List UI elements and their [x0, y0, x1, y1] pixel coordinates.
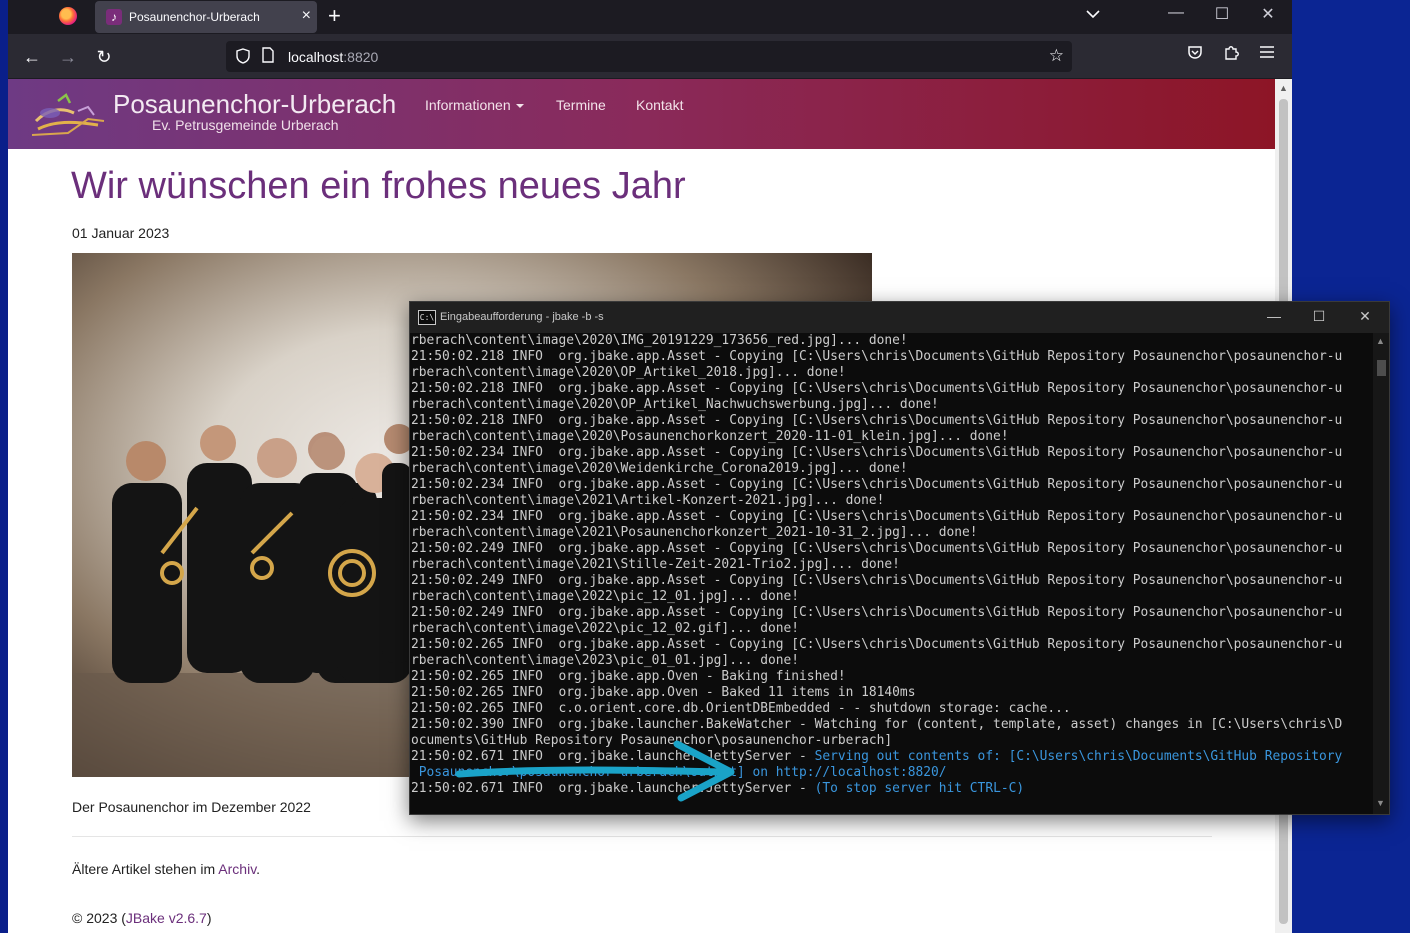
- console-maximize-icon[interactable]: ☐: [1304, 308, 1334, 325]
- brand-subtitle: Ev. Petrusgemeinde Urberach: [152, 117, 339, 133]
- menu-hamburger-icon[interactable]: [1259, 45, 1275, 64]
- console-line: rberach\content\image\2022\pic_12_02.gif…: [411, 621, 800, 636]
- console-line: 21:50:02.265 INFO org.jbake.app.Asset - …: [411, 637, 1343, 652]
- console-line: rberach\content\image\2022\pic_12_01.jpg…: [411, 589, 800, 604]
- photo-caption: Der Posaunenchor im Dezember 2022: [72, 799, 311, 815]
- tracking-protection-shield-icon[interactable]: [236, 48, 250, 67]
- console-line: 21:50:02.218 INFO org.jbake.app.Asset - …: [411, 413, 1343, 428]
- list-tabs-chevron-icon[interactable]: [1086, 6, 1100, 22]
- annotation-arrow-icon: [455, 740, 735, 802]
- console-line: 21:50:02.234 INFO org.jbake.app.Asset - …: [411, 445, 1343, 460]
- console-line: 21:50:02.234 INFO org.jbake.app.Asset - …: [411, 477, 1343, 492]
- console-line: rberach\content\image\2021\Posaunenchork…: [411, 525, 978, 540]
- choir-logo-icon[interactable]: [28, 91, 108, 141]
- site-header: Posaunenchor-Urberach Ev. Petrusgemeinde…: [8, 79, 1275, 149]
- console-line: rberach\content\image\2020\OP_Artikel_Na…: [411, 397, 939, 412]
- tab-active[interactable]: ♪ Posaunenchor-Urberach ×: [95, 1, 317, 33]
- maximize-icon[interactable]: ☐: [1207, 4, 1237, 24]
- console-line: rberach\content\image\2020\OP_Artikel_20…: [411, 365, 846, 380]
- extensions-puzzle-icon[interactable]: [1223, 45, 1239, 66]
- navigation-toolbar: ← → ↻ localhost:8820 ☆: [8, 34, 1292, 78]
- url-bar[interactable]: localhost:8820 ☆: [226, 41, 1072, 72]
- jbake-link[interactable]: JBake v2.6.7: [126, 910, 207, 926]
- console-line: rberach\content\image\2021\Stille-Zeit-2…: [411, 557, 900, 572]
- article-date: 01 Januar 2023: [72, 225, 170, 241]
- page-info-icon[interactable]: [262, 47, 274, 66]
- console-scroll-up-icon[interactable]: ▲: [1376, 336, 1385, 346]
- nav-item-label: Informationen: [425, 97, 511, 113]
- console-line: 21:50:02.218 INFO org.jbake.app.Asset - …: [411, 349, 1343, 364]
- firefox-logo-icon[interactable]: [59, 7, 77, 25]
- console-scroll-thumb[interactable]: [1377, 360, 1386, 376]
- console-line: 21:50:02.249 INFO org.jbake.app.Asset - …: [411, 541, 1343, 556]
- console-line: 21:50:02.249 INFO org.jbake.app.Asset - …: [411, 573, 1343, 588]
- console-line: 21:50:02.249 INFO org.jbake.app.Asset - …: [411, 605, 1343, 620]
- article-title: Wir wünschen ein frohes neues Jahr: [71, 165, 686, 207]
- minimize-icon[interactable]: —: [1161, 4, 1191, 22]
- console-line: rberach\content\image\2020\Weidenkirche_…: [411, 461, 908, 476]
- back-icon[interactable]: ←: [19, 44, 45, 70]
- older-articles-text: Ältere Artikel stehen im Archiv.: [72, 861, 261, 877]
- console-line: 21:50:02.265 INFO org.jbake.app.Oven - B…: [411, 669, 846, 684]
- url-text[interactable]: localhost:8820: [288, 49, 378, 65]
- console-line: 21:50:02.390 INFO org.jbake.launcher.Bak…: [411, 717, 1343, 732]
- console-close-icon[interactable]: ✕: [1350, 308, 1380, 325]
- console-title: Eingabeaufforderung - jbake -b -s: [440, 311, 604, 323]
- bookmark-star-icon[interactable]: ☆: [1049, 46, 1064, 66]
- console-scrollbar[interactable]: ▲ ▼: [1373, 333, 1389, 814]
- tab-title: Posaunenchor-Urberach: [129, 10, 260, 24]
- console-line: 21:50:02.234 INFO org.jbake.app.Asset - …: [411, 509, 1343, 524]
- close-icon[interactable]: ✕: [1253, 4, 1283, 24]
- console-app-icon: C:\: [418, 310, 436, 325]
- brand-title[interactable]: Posaunenchor-Urberach: [113, 89, 396, 120]
- console-line: rberach\content\image\2021\Artikel-Konze…: [411, 493, 885, 508]
- archive-link[interactable]: Archiv: [218, 861, 256, 877]
- console-line: 21:50:02.218 INFO org.jbake.app.Asset - …: [411, 381, 1343, 396]
- tab-close-icon[interactable]: ×: [302, 7, 311, 25]
- reload-icon[interactable]: ↻: [91, 44, 117, 70]
- tab-bar: ♪ Posaunenchor-Urberach × + — ☐ ✕: [8, 0, 1292, 34]
- site-favicon-icon: ♪: [106, 9, 122, 25]
- console-line: 21:50:02.265 INFO c.o.orient.core.db.Ori…: [411, 701, 1071, 716]
- console-title-bar[interactable]: C:\ Eingabeaufforderung - jbake -b -s — …: [410, 302, 1389, 333]
- new-tab-button[interactable]: +: [328, 4, 341, 28]
- nav-item-kontakt[interactable]: Kontakt: [636, 97, 683, 113]
- console-minimize-icon[interactable]: —: [1259, 308, 1289, 324]
- forward-icon[interactable]: →: [55, 44, 81, 70]
- divider: [72, 836, 1212, 837]
- console-scroll-down-icon[interactable]: ▼: [1376, 798, 1385, 808]
- footer: © 2023 (JBake v2.6.7): [72, 910, 212, 926]
- nav-item-termine[interactable]: Termine: [556, 97, 606, 113]
- console-line: rberach\content\image\2023\pic_01_01.jpg…: [411, 653, 800, 668]
- console-line: rberach\content\image\2020\Posaunenchork…: [411, 429, 1009, 444]
- nav-item-informationen[interactable]: Informationen: [425, 97, 524, 113]
- caret-down-icon: [515, 104, 524, 109]
- console-line: rberach\content\image\2020\IMG_20191229_…: [411, 333, 908, 348]
- console-line: 21:50:02.265 INFO org.jbake.app.Oven - B…: [411, 685, 916, 700]
- pocket-icon[interactable]: [1187, 45, 1203, 65]
- scroll-up-arrow-icon[interactable]: ▲: [1279, 83, 1288, 93]
